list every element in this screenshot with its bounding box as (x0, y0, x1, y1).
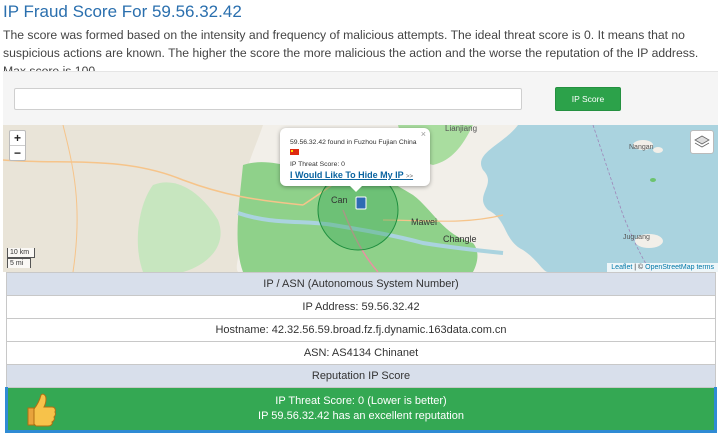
reputation-header: Reputation IP Score (6, 364, 716, 388)
location-popup: × 59.56.32.42 found in Fuzhou Fujian Chi… (280, 128, 430, 192)
location-map[interactable]: Lianjiang Mawei Changle Nangan Juguang C… (3, 125, 718, 272)
map-label-fuzhou: Can (331, 195, 348, 205)
page-title: IP Fraud Score For 59.56.32.42 (3, 2, 242, 21)
scale-km: 10 km (7, 248, 35, 258)
asn: ASN: AS4134 Chinanet (6, 341, 716, 365)
map-label-lianjiang: Lianjiang (445, 125, 477, 133)
hide-my-ip-link-label: I Would Like To Hide My IP (290, 170, 404, 180)
asn-row: ASN: AS4134 Chinanet (6, 341, 716, 365)
ip-address: IP Address: 59.56.32.42 (6, 295, 716, 319)
reputation-header-row: Reputation IP Score (6, 364, 716, 388)
reputation-text: IP 59.56.32.42 has an excellent reputati… (258, 410, 464, 422)
popup-threat-text: IP Threat Score: 0 (290, 161, 345, 168)
thumbs-up-icon (27, 393, 56, 427)
hide-link-suffix: >> (406, 174, 414, 180)
map-label-changle: Changle (443, 234, 477, 244)
zoom-in-button[interactable]: + (10, 131, 25, 145)
hostname-row: Hostname: 42.32.56.59.broad.fz.fj.dynami… (6, 318, 716, 342)
layers-icon (694, 135, 710, 148)
zoom-control: + − (9, 130, 26, 161)
map-label-mawei: Mawei (411, 217, 437, 227)
zoom-out-button[interactable]: − (10, 145, 25, 160)
ip-address-row: IP Address: 59.56.32.42 (6, 295, 716, 319)
ip-search-input[interactable] (14, 88, 522, 110)
layers-button[interactable] (690, 130, 714, 154)
map-label-juguang: Juguang (623, 234, 650, 241)
attribution-separator: | © (632, 264, 646, 271)
leaflet-link[interactable]: Leaflet (611, 264, 632, 271)
asn-header: IP / ASN (Autonomous System Number) (6, 272, 716, 296)
scale-mi: 5 mi (7, 258, 31, 268)
popup-arrow (350, 186, 362, 192)
ip-score-button[interactable]: IP Score (555, 87, 621, 111)
popup-close-button[interactable]: × (421, 129, 426, 139)
map-label-nangan: Nangan (629, 144, 654, 151)
hostname: Hostname: 42.32.56.59.broad.fz.fj.dynami… (6, 318, 716, 342)
asn-header-row: IP / ASN (Autonomous System Number) (6, 272, 716, 296)
ip-info-table: IP / ASN (Autonomous System Number) IP A… (5, 272, 717, 433)
reputation-result: IP Threat Score: 0 (Lower is better) IP … (5, 387, 717, 433)
map-attribution: Leaflet | © OpenStreetMap terms (607, 263, 718, 272)
map-scale: 10 km 5 mi (7, 248, 35, 268)
reputation-result-row: IP Threat Score: 0 (Lower is better) IP … (5, 387, 717, 433)
osm-terms-link[interactable]: OpenStreetMap terms (645, 264, 714, 271)
popup-location-text: 59.56.32.42 found in Fuzhou Fujian China (290, 139, 417, 146)
china-flag-icon (290, 149, 299, 155)
threat-score-text: IP Threat Score: 0 (Lower is better) (275, 395, 447, 407)
hide-my-ip-link[interactable]: I Would Like To Hide My IP >> (290, 170, 413, 180)
search-panel: IP Score (3, 71, 718, 126)
